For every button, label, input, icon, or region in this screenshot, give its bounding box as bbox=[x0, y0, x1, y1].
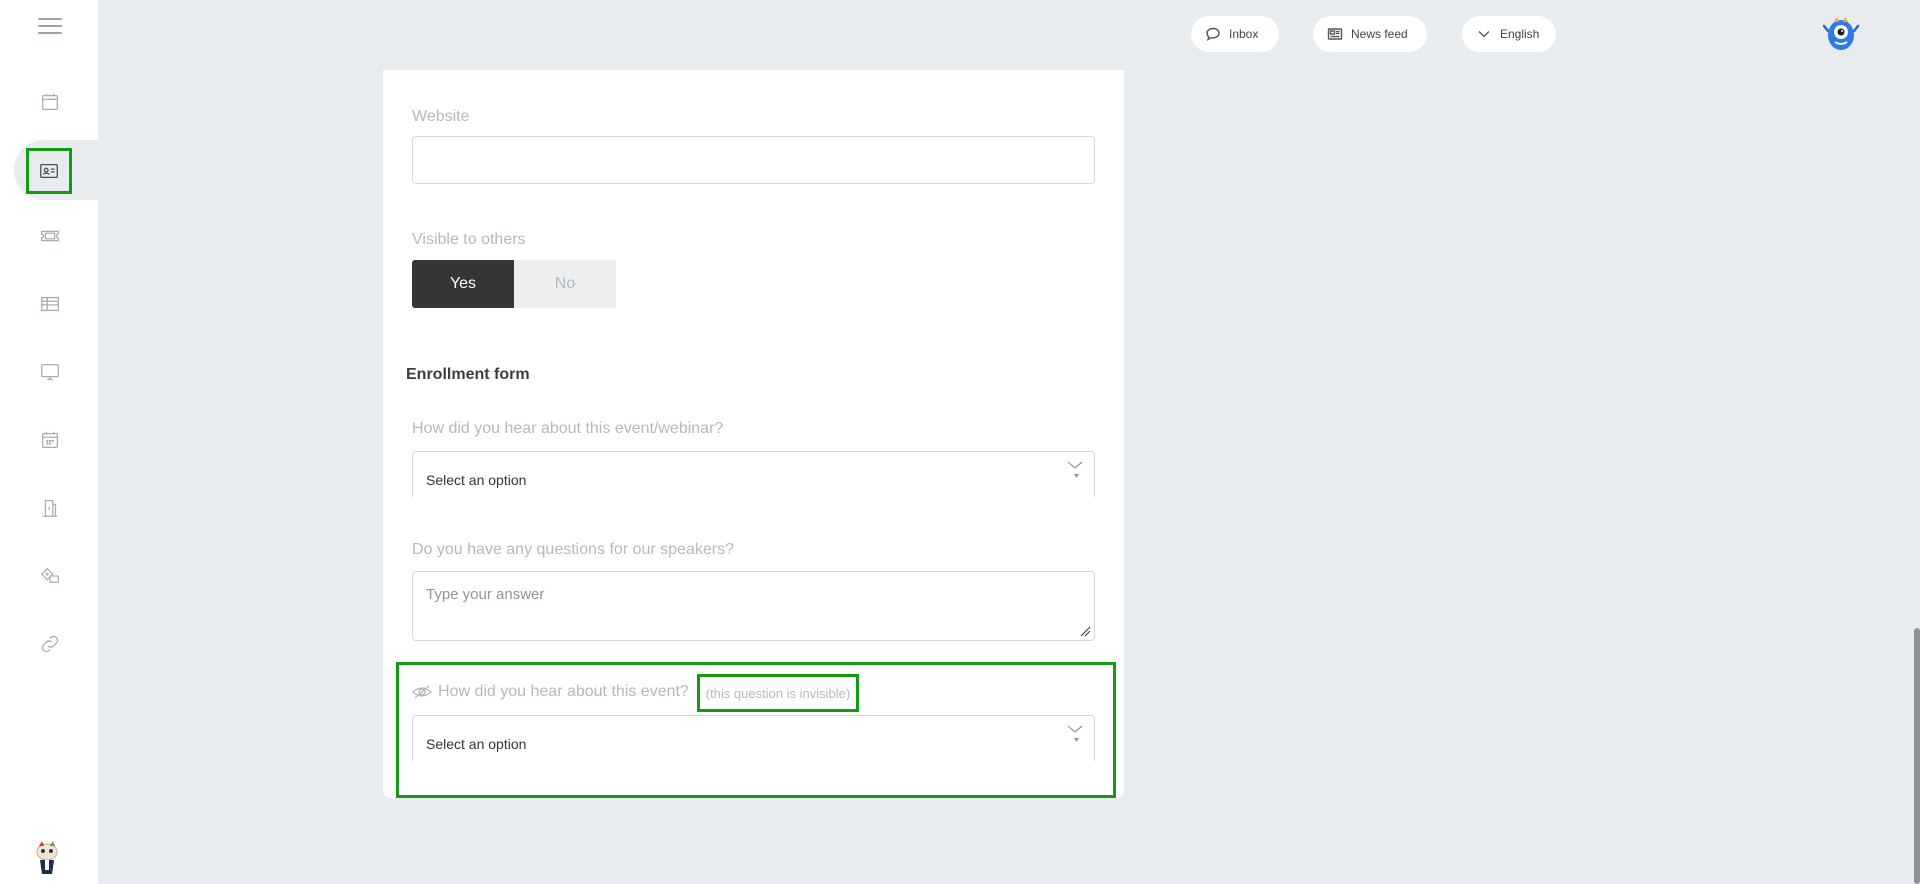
visible-to-others-label: Visible to others bbox=[412, 231, 526, 248]
user-avatar[interactable] bbox=[1822, 16, 1860, 54]
table-icon[interactable] bbox=[28, 282, 72, 326]
mascot-avatar-icon[interactable] bbox=[30, 840, 64, 878]
invisible-question-block: How did you hear about this event? (this… bbox=[396, 662, 1116, 798]
link-icon[interactable] bbox=[28, 622, 72, 666]
language-selector[interactable]: English bbox=[1462, 16, 1556, 52]
resize-grip-icon[interactable] bbox=[1079, 625, 1091, 637]
select-chevron-icon bbox=[1067, 725, 1083, 742]
news-feed-label: News feed bbox=[1351, 27, 1408, 41]
visible-toggle: Yes No bbox=[412, 260, 616, 308]
question-2-placeholder: Type your answer bbox=[426, 586, 545, 603]
yes-button[interactable]: Yes bbox=[412, 260, 514, 308]
invisible-question-badge: (this question is invisible) bbox=[697, 674, 859, 712]
news-feed-button[interactable]: News feed bbox=[1313, 16, 1427, 52]
question-2-textarea[interactable]: Type your answer bbox=[412, 571, 1095, 641]
language-label: English bbox=[1500, 27, 1540, 41]
monster-avatar-icon bbox=[1822, 17, 1860, 50]
contact-card-icon[interactable] bbox=[26, 148, 72, 194]
ticket-icon[interactable] bbox=[28, 214, 72, 258]
chevron-down-icon bbox=[1478, 31, 1490, 38]
inbox-label: Inbox bbox=[1229, 27, 1259, 41]
newspaper-icon bbox=[1327, 28, 1343, 40]
question-2-label: Do you have any questions for our speake… bbox=[412, 541, 734, 558]
question-3-value: Select an option bbox=[426, 736, 527, 752]
website-input[interactable] bbox=[412, 136, 1095, 184]
question-1-label: How did you hear about this event/webina… bbox=[412, 420, 724, 437]
inbox-button[interactable]: Inbox bbox=[1191, 16, 1279, 52]
question-1-value: Select an option bbox=[426, 472, 527, 488]
profile-form-card: Website Visible to others Yes No Enrollm… bbox=[383, 70, 1124, 798]
eye-slash-icon bbox=[412, 685, 432, 699]
enrollment-form-title: Enrollment form bbox=[406, 366, 530, 383]
hamburger-menu-icon[interactable] bbox=[38, 18, 62, 36]
question-3-label: How did you hear about this event? bbox=[438, 683, 689, 700]
sidebar bbox=[0, 0, 98, 884]
building-icon[interactable] bbox=[28, 486, 72, 530]
scrollbar-thumb[interactable] bbox=[1914, 628, 1920, 884]
page-scrollbar[interactable] bbox=[1914, 0, 1920, 884]
schedule-icon[interactable] bbox=[28, 418, 72, 462]
question-3-header: How did you hear about this event? bbox=[412, 683, 689, 701]
website-label: Website bbox=[412, 108, 470, 125]
no-button[interactable]: No bbox=[514, 260, 616, 308]
calendar-icon[interactable] bbox=[28, 80, 72, 124]
sponsor-icon[interactable] bbox=[28, 554, 72, 598]
question-1-select[interactable]: Select an option bbox=[412, 451, 1095, 497]
monitor-icon[interactable] bbox=[28, 350, 72, 394]
chat-bubble-icon bbox=[1206, 27, 1220, 41]
select-chevron-icon bbox=[1067, 461, 1083, 478]
question-3-select[interactable]: Select an option bbox=[412, 715, 1095, 761]
